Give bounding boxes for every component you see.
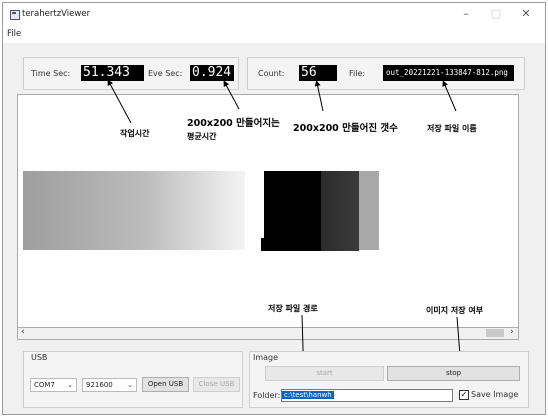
chevron-down-icon: ⌄ — [127, 381, 133, 389]
baud-select[interactable]: 921600 ⌄ — [82, 378, 137, 392]
stop-button[interactable]: stop — [387, 366, 520, 381]
arrow-count — [314, 80, 324, 112]
close-usb-button[interactable]: Close USB — [193, 377, 240, 392]
folder-value: c:\test\hanwh — [282, 391, 334, 399]
usb-group-label: USB — [31, 353, 48, 362]
save-image-checkbox[interactable]: ✓ — [459, 390, 469, 400]
usb-group: USB COM7 ⌄ 921600 ⌄ Open USB Close USB — [23, 351, 243, 408]
folder-label: Folder: — [253, 391, 281, 400]
arrow-file-name — [442, 80, 457, 112]
app-window: terahertzViewer – □ ✕ File Time Sec: 51.… — [2, 2, 546, 415]
arrow-avg-time — [223, 80, 240, 110]
baud-value: 921600 — [86, 381, 113, 389]
image-group-label: Image — [253, 353, 279, 362]
port-value: COM7 — [34, 381, 55, 389]
start-button[interactable]: start — [265, 366, 384, 381]
folder-field[interactable]: c:\test\hanwh — [281, 389, 453, 402]
image-group: Image start stop Folder: c:\test\hanwh ✓… — [249, 351, 529, 408]
port-select[interactable]: COM7 ⌄ — [30, 378, 77, 392]
save-image-label[interactable]: Save Image — [471, 390, 518, 399]
arrow-work-time — [107, 79, 132, 124]
open-usb-button[interactable]: Open USB — [142, 377, 189, 392]
chevron-down-icon: ⌄ — [67, 381, 73, 389]
